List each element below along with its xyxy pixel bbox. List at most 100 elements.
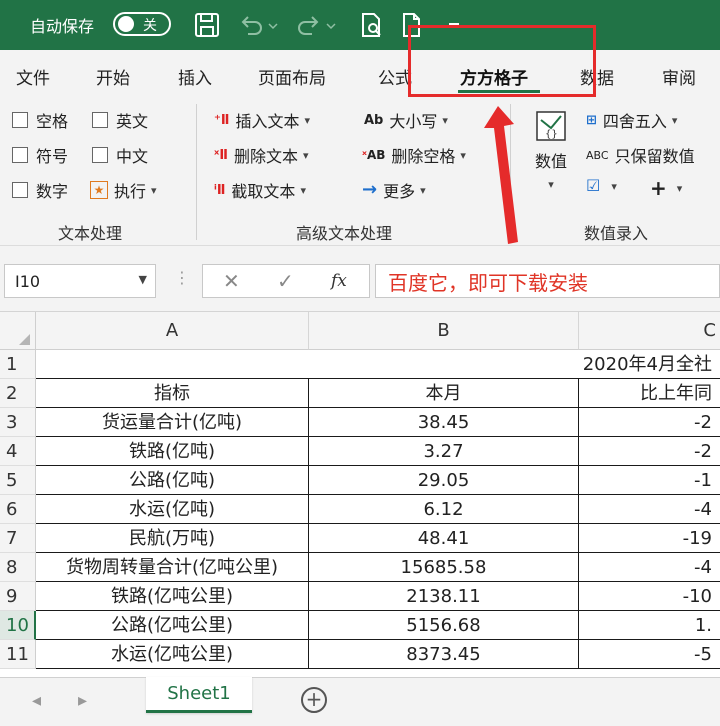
edit-format-button[interactable]: ☑ ▾	[586, 178, 617, 194]
tab-page-layout[interactable]: 页面布局	[258, 64, 326, 89]
row-header[interactable]: 7	[0, 524, 36, 553]
table-cell[interactable]: 6.12	[309, 495, 579, 524]
column-header-b[interactable]: B	[309, 312, 579, 350]
checkbox-label: 英文	[116, 112, 149, 131]
more-label: 更多	[383, 182, 416, 201]
checkbox-number[interactable]: 数字	[12, 178, 68, 202]
table-cell[interactable]: -4	[579, 553, 720, 582]
row-header[interactable]: 10	[0, 611, 36, 640]
row-header[interactable]: 6	[0, 495, 36, 524]
table-cell[interactable]: 水运(亿吨公里)	[36, 640, 309, 669]
row-header[interactable]: 1	[0, 350, 36, 379]
more-button[interactable]: → 更多 ▾	[362, 178, 426, 202]
checkbox-space[interactable]: 空格	[12, 108, 68, 132]
print-preview-icon[interactable]	[356, 10, 386, 40]
round-button[interactable]: ⊞ 四舍五入 ▾	[586, 108, 677, 132]
group-divider	[196, 104, 197, 240]
chevron-down-icon: ▼	[138, 273, 147, 286]
table-cell[interactable]: -10	[579, 582, 720, 611]
round-icon: ⊞	[586, 112, 597, 128]
table-cell[interactable]: 1.	[579, 611, 720, 640]
table-cell[interactable]	[36, 350, 309, 379]
table-cell[interactable]: 公路(亿吨)	[36, 466, 309, 495]
table-cell[interactable]: 水运(亿吨)	[36, 495, 309, 524]
row-header[interactable]: 11	[0, 640, 36, 669]
table-cell[interactable]: 38.45	[309, 408, 579, 437]
formula-input[interactable]: 百度它，即可下载安装	[375, 264, 720, 298]
chevron-down-icon: ▾	[671, 113, 678, 127]
name-box[interactable]: I10 ▼	[4, 264, 156, 298]
extract-text-icon: ⁱⅡ	[214, 182, 226, 198]
row-header[interactable]: 9	[0, 582, 36, 611]
table-cell[interactable]: 本月	[309, 379, 579, 408]
table-cell[interactable]: 货运量合计(亿吨)	[36, 408, 309, 437]
undo-icon[interactable]	[236, 10, 266, 40]
undo-dropdown-icon[interactable]	[266, 10, 280, 40]
table-cell[interactable]: 2020年4月全社	[309, 350, 720, 379]
tab-formulas[interactable]: 公式	[378, 64, 412, 89]
table-cell[interactable]: 15685.58	[309, 553, 579, 582]
row-header[interactable]: 2	[0, 379, 36, 408]
cancel-icon[interactable]: ✕	[223, 269, 240, 293]
keep-value-button[interactable]: ABC 只保留数值	[586, 143, 695, 167]
table-cell[interactable]: 指标	[36, 379, 309, 408]
confirm-icon[interactable]: ✓	[277, 269, 294, 293]
case-icon: Ab	[364, 112, 384, 128]
table-cell[interactable]: -1	[579, 466, 720, 495]
add-sheet-icon[interactable]: +	[301, 687, 327, 713]
table-cell[interactable]: 铁路(亿吨)	[36, 437, 309, 466]
checkbox-symbol[interactable]: 符号	[12, 143, 68, 167]
column-header-a[interactable]: A	[36, 312, 309, 350]
column-header-c[interactable]: C	[579, 312, 720, 350]
insert-text-button[interactable]: ⁺Ⅱ 插入文本 ▾	[214, 108, 310, 132]
table-cell[interactable]: -19	[579, 524, 720, 553]
tab-file[interactable]: 文件	[16, 64, 50, 89]
table-cell[interactable]: -5	[579, 640, 720, 669]
delete-text-icon: ˣⅡ	[214, 147, 228, 163]
pointer-arrow-icon	[484, 106, 518, 244]
table-cell[interactable]: 公路(亿吨公里)	[36, 611, 309, 640]
sheet-tab[interactable]: Sheet1	[146, 677, 252, 713]
redo-icon[interactable]	[294, 10, 324, 40]
checkbox-chinese[interactable]: 中文	[92, 143, 148, 167]
table-cell[interactable]: 29.05	[309, 466, 579, 495]
table-cell[interactable]: 48.41	[309, 524, 579, 553]
table-cell[interactable]: 铁路(亿吨公里)	[36, 582, 309, 611]
table-cell[interactable]: 5156.68	[309, 611, 579, 640]
table-cell[interactable]: 3.27	[309, 437, 579, 466]
tab-review[interactable]: 审阅	[662, 64, 696, 89]
highlight-box	[408, 25, 596, 97]
chevron-down-icon: ▾	[302, 148, 309, 162]
add-button[interactable]: + ▾	[650, 176, 682, 200]
checkbox-label: 空格	[36, 112, 69, 131]
select-all-corner[interactable]	[0, 312, 36, 350]
table-cell[interactable]: -4	[579, 495, 720, 524]
previous-sheet-icon[interactable]: ◂	[32, 690, 41, 711]
delete-text-button[interactable]: ˣⅡ 删除文本 ▾	[214, 143, 308, 167]
autosave-toggle[interactable]: 关	[113, 12, 171, 36]
table-cell[interactable]: -2	[579, 437, 720, 466]
chevron-down-icon: ▾	[676, 181, 683, 195]
case-button[interactable]: Ab 大小写 ▾	[364, 108, 448, 132]
table-cell[interactable]: 货物周转量合计(亿吨公里)	[36, 553, 309, 582]
table-cell[interactable]: 2138.11	[309, 582, 579, 611]
execute-button[interactable]: ★ 执行 ▾	[90, 178, 157, 202]
row-header[interactable]: 5	[0, 466, 36, 495]
row-header[interactable]: 4	[0, 437, 36, 466]
save-icon[interactable]	[192, 10, 222, 40]
tab-insert[interactable]: 插入	[178, 64, 212, 89]
table-cell[interactable]: 8373.45	[309, 640, 579, 669]
table-cell[interactable]: 比上年同	[579, 379, 720, 408]
redo-dropdown-icon[interactable]	[324, 10, 338, 40]
table-cell[interactable]: -2	[579, 408, 720, 437]
row-header[interactable]: 3	[0, 408, 36, 437]
table-cell[interactable]: 民航(万吨)	[36, 524, 309, 553]
next-sheet-icon[interactable]: ▸	[78, 690, 87, 711]
delete-spaces-button[interactable]: ˣAB 删除空格 ▾	[362, 143, 466, 167]
function-icon[interactable]: fx	[331, 271, 347, 291]
checkbox-english[interactable]: 英文	[92, 108, 148, 132]
extract-text-button[interactable]: ⁱⅡ 截取文本 ▾	[214, 178, 306, 202]
tab-home[interactable]: 开始	[96, 64, 130, 89]
insert-text-label: 插入文本	[235, 112, 300, 131]
row-header[interactable]: 8	[0, 553, 36, 582]
